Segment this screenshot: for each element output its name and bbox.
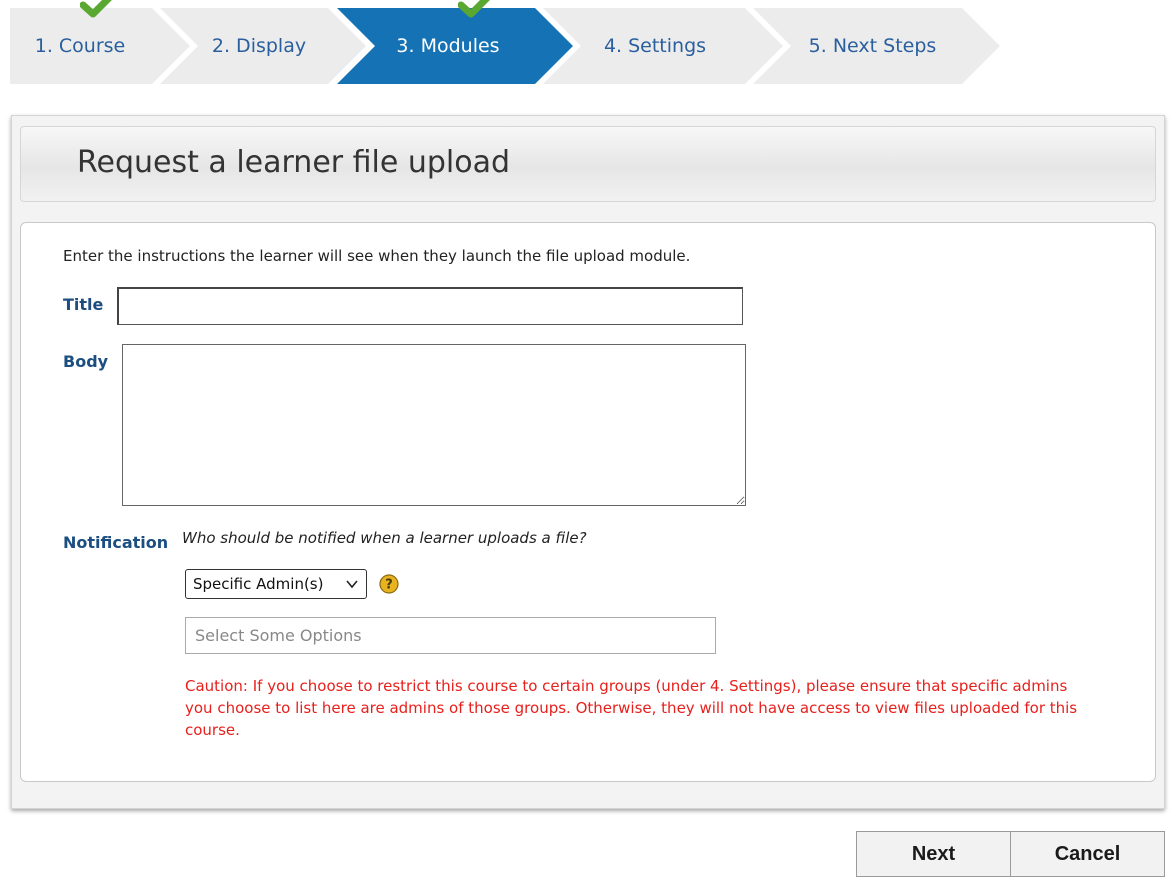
cancel-button[interactable]: Cancel — [1010, 831, 1165, 877]
notify-select-value: Specific Admin(s) — [193, 575, 324, 593]
caution-message: Caution: If you choose to restrict this … — [185, 677, 1078, 739]
title-input[interactable] — [117, 287, 743, 325]
step-label: 5. Next Steps — [808, 35, 937, 57]
admins-multiselect[interactable]: Select Some Options — [185, 617, 716, 654]
step-label: 3. Modules — [396, 35, 500, 57]
notification-label: Notification — [63, 533, 169, 552]
chevron-down-icon — [346, 580, 358, 589]
step-modules[interactable]: 3. Modules — [337, 8, 573, 84]
svg-text:?: ? — [385, 578, 393, 593]
step-label: 2. Display — [211, 35, 307, 57]
checkmark-icon — [458, 0, 490, 18]
step-next-steps[interactable]: 5. Next Steps — [753, 8, 1000, 84]
title-label: Title — [63, 295, 104, 314]
step-label: 1. Course — [34, 35, 126, 57]
notification-question: Who should be notified when a learner up… — [182, 529, 587, 547]
instructions-text: Enter the instructions the learner will … — [63, 247, 691, 265]
step-settings[interactable]: 4. Settings — [543, 8, 783, 84]
step-display[interactable]: 2. Display — [160, 8, 366, 84]
help-icon[interactable]: ? — [379, 574, 399, 594]
body-label: Body — [63, 352, 109, 371]
next-button[interactable]: Next — [856, 831, 1011, 877]
checkmark-icon — [80, 0, 112, 18]
panel-header: Request a learner file upload — [20, 126, 1156, 202]
wizard-steps: 1. Course 2. Display 3. Modules 4. Setti… — [10, 8, 1000, 84]
body-textarea[interactable] — [122, 344, 746, 506]
module-panel: Request a learner file upload Enter the … — [11, 115, 1165, 809]
page-title: Request a learner file upload — [77, 145, 511, 180]
notify-select[interactable]: Specific Admin(s) — [185, 569, 367, 599]
step-label: 4. Settings — [603, 35, 707, 57]
admins-placeholder: Select Some Options — [195, 626, 362, 645]
form-body: Enter the instructions the learner will … — [20, 222, 1156, 782]
